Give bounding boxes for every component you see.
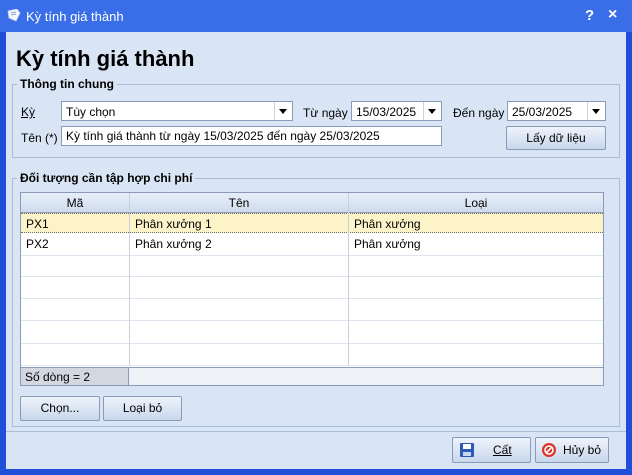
from-date-value: 15/03/2025 — [356, 105, 417, 119]
to-date-picker[interactable]: 25/03/2025 — [507, 101, 606, 121]
cost-objects-table[interactable]: Mã Tên Loại PX1 Phân xưởng 1 Phân xưởng … — [20, 192, 604, 386]
to-date-dropdown-button[interactable] — [587, 102, 605, 120]
cell-type: Phân xưởng — [354, 217, 421, 231]
cost-objects-label: Đối tượng cần tập hợp chi phí — [17, 171, 196, 185]
title-bar[interactable]: Kỳ tính giá thành ? × — [0, 0, 632, 32]
dialog-window: Kỳ tính giá thành ? × Kỳ tính giá thành … — [0, 0, 632, 475]
chevron-down-icon — [428, 109, 436, 114]
floppy-disk-icon — [460, 443, 474, 457]
name-label: Tên (*) — [21, 131, 58, 145]
divider — [6, 431, 626, 432]
to-date-value: 25/03/2025 — [512, 105, 573, 119]
from-date-picker[interactable]: 15/03/2025 — [351, 101, 442, 121]
cancel-icon — [542, 443, 556, 457]
period-select[interactable]: Tùy chọn — [61, 101, 293, 121]
period-value: Tùy chọn — [66, 105, 116, 119]
column-header-type[interactable]: Loại — [349, 196, 603, 210]
close-button[interactable]: × — [608, 6, 617, 24]
to-date-label: Đến ngày — [453, 106, 505, 120]
fetch-data-button[interactable]: Lấy dữ liệu — [506, 126, 606, 150]
cell-type: Phân xưởng — [354, 237, 421, 251]
table-header: Mã Tên Loại — [21, 193, 603, 213]
row-count: Số dòng = 2 — [21, 368, 129, 385]
table-footer: Số dòng = 2 — [21, 367, 603, 385]
period-dropdown-button[interactable] — [274, 102, 292, 120]
cell-name: Phân xưởng 1 — [135, 217, 212, 231]
save-button-label: Cất — [493, 443, 512, 457]
from-date-dropdown-button[interactable] — [423, 102, 441, 120]
from-date-label: Từ ngày — [303, 106, 348, 120]
cell-name: Phân xưởng 2 — [135, 237, 212, 251]
period-label: Kỳ — [21, 105, 36, 119]
column-header-code[interactable]: Mã — [21, 196, 129, 210]
page-title: Kỳ tính giá thành — [16, 46, 195, 71]
save-button[interactable]: Cất — [452, 437, 531, 463]
window-title: Kỳ tính giá thành — [26, 9, 124, 24]
chevron-down-icon — [592, 109, 600, 114]
dialog-body: Kỳ tính giá thành Thông tin chung Kỳ Tùy… — [6, 32, 626, 469]
table-row[interactable]: PX2 Phân xưởng 2 Phân xưởng — [21, 234, 603, 254]
app-icon — [7, 9, 21, 22]
general-info-label: Thông tin chung — [17, 77, 117, 91]
cell-code: PX2 — [26, 237, 49, 251]
help-button[interactable]: ? — [585, 7, 594, 24]
chevron-down-icon — [279, 109, 287, 114]
name-field[interactable] — [61, 126, 442, 146]
remove-button[interactable]: Loại bỏ — [103, 396, 182, 421]
table-row[interactable]: PX1 Phân xưởng 1 Phân xưởng — [21, 213, 603, 233]
cell-code: PX1 — [26, 217, 49, 231]
cancel-button[interactable]: Hủy bỏ — [535, 437, 609, 463]
cancel-button-label: Hủy bỏ — [563, 443, 602, 457]
column-header-name[interactable]: Tên — [130, 196, 348, 210]
choose-button[interactable]: Chọn... — [20, 396, 100, 421]
name-input[interactable] — [66, 129, 436, 143]
